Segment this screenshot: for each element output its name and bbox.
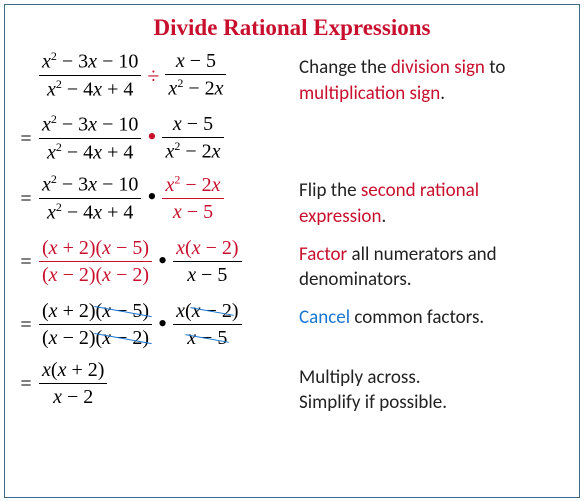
denominator: x − 2: [50, 384, 96, 410]
numerator: x2 − 2x: [162, 173, 223, 198]
explanation: Change the division sign to multiplicati…: [299, 49, 565, 106]
page-title: Divide Rational Expressions: [19, 15, 565, 41]
equals-sign: =: [19, 373, 33, 396]
numerator: (x + 2)(x − 5): [39, 300, 152, 324]
numerator: (x + 2)(x − 5): [39, 237, 152, 261]
math-expression: = x(x + 2)x − 2: [19, 359, 299, 410]
numerator: x − 5: [170, 113, 216, 137]
equals-sign: =: [19, 128, 33, 151]
denominator: (x − 2)(x − 2): [39, 262, 152, 288]
fraction: x2 − 2xx − 5: [162, 173, 223, 225]
equals-sign: =: [19, 251, 33, 274]
fraction: (x + 2)(x − 5)(x − 2)(x − 2): [39, 237, 152, 288]
denominator: x2 − 4x + 4: [44, 139, 136, 166]
denominator: x2 − 4x + 4: [44, 199, 136, 226]
step-row: =x2 − 3x − 10x2 − 4x + 4•x2 − 2xx − 5Fli…: [19, 172, 565, 229]
numerator: x(x − 2): [173, 300, 241, 324]
fraction: x(x − 2)x − 5: [173, 300, 241, 351]
denominator: x2 − 2x: [165, 75, 226, 102]
fraction: x(x + 2)x − 2: [39, 359, 107, 410]
numerator: x − 5: [173, 50, 219, 74]
math-expression: =(x + 2)(x − 5)(x − 2)(x − 2)•x(x − 2)x …: [19, 299, 299, 353]
numerator: x2 − 3x − 10: [39, 173, 141, 198]
denominator: x − 5: [184, 262, 230, 288]
fraction: x − 5x2 − 2x: [165, 50, 226, 102]
equals-sign: =: [19, 188, 33, 211]
fraction: (x + 2)(x − 5)(x − 2)(x − 2): [39, 300, 152, 351]
denominator: (x − 2)(x − 2): [39, 325, 152, 351]
document-frame: Divide Rational Expressions x2 − 3x − 10…: [4, 4, 580, 498]
explanation: Factor all numerators and denominators.: [299, 236, 565, 293]
divide-sign: ÷: [141, 63, 165, 89]
fraction: x2 − 3x − 10x2 − 4x + 4: [39, 173, 141, 225]
numerator: x2 − 3x − 10: [39, 50, 141, 75]
steps-container: x2 − 3x − 10x2 − 4x + 4÷x − 5x2 − 2xChan…: [19, 49, 565, 416]
explanation: Multiply across.Simplify if possible.: [299, 359, 447, 416]
equals-sign: =: [19, 314, 33, 337]
denominator: x − 5: [184, 325, 230, 351]
fraction: x2 − 3x − 10x2 − 4x + 4: [39, 50, 141, 102]
explanation: Cancel common factors.: [299, 299, 484, 331]
denominator: x2 − 4x + 4: [44, 76, 136, 103]
explanation: Flip the second rational expression.: [299, 172, 565, 229]
math-expression: =(x + 2)(x − 5)(x − 2)(x − 2)•x(x − 2)x …: [19, 236, 299, 290]
step-row: x2 − 3x − 10x2 − 4x + 4÷x − 5x2 − 2xChan…: [19, 49, 565, 106]
step-row: =x2 − 3x − 10x2 − 4x + 4•x − 5x2 − 2x: [19, 112, 565, 166]
denominator: x2 − 2x: [162, 138, 223, 165]
math-expression: x2 − 3x − 10x2 − 4x + 4÷x − 5x2 − 2x: [19, 49, 299, 103]
math-expression: =x2 − 3x − 10x2 − 4x + 4•x2 − 2xx − 5: [19, 172, 299, 226]
math-expression: =x2 − 3x − 10x2 − 4x + 4•x − 5x2 − 2x: [19, 112, 299, 166]
step-row: = x(x + 2)x − 2 Multiply across.Simplify i…: [19, 359, 565, 416]
numerator: x(x + 2): [39, 359, 107, 383]
fraction: x − 5x2 − 2x: [162, 113, 223, 165]
step-row: =(x + 2)(x − 5)(x − 2)(x − 2)•x(x − 2)x …: [19, 299, 565, 353]
fraction: x(x − 2)x − 5: [173, 237, 241, 288]
numerator: x2 − 3x − 10: [39, 113, 141, 138]
numerator: x(x − 2): [173, 237, 241, 261]
step-row: =(x + 2)(x − 5)(x − 2)(x − 2)•x(x − 2)x …: [19, 236, 565, 293]
fraction: x2 − 3x − 10x2 − 4x + 4: [39, 113, 141, 165]
denominator: x − 5: [170, 199, 216, 225]
